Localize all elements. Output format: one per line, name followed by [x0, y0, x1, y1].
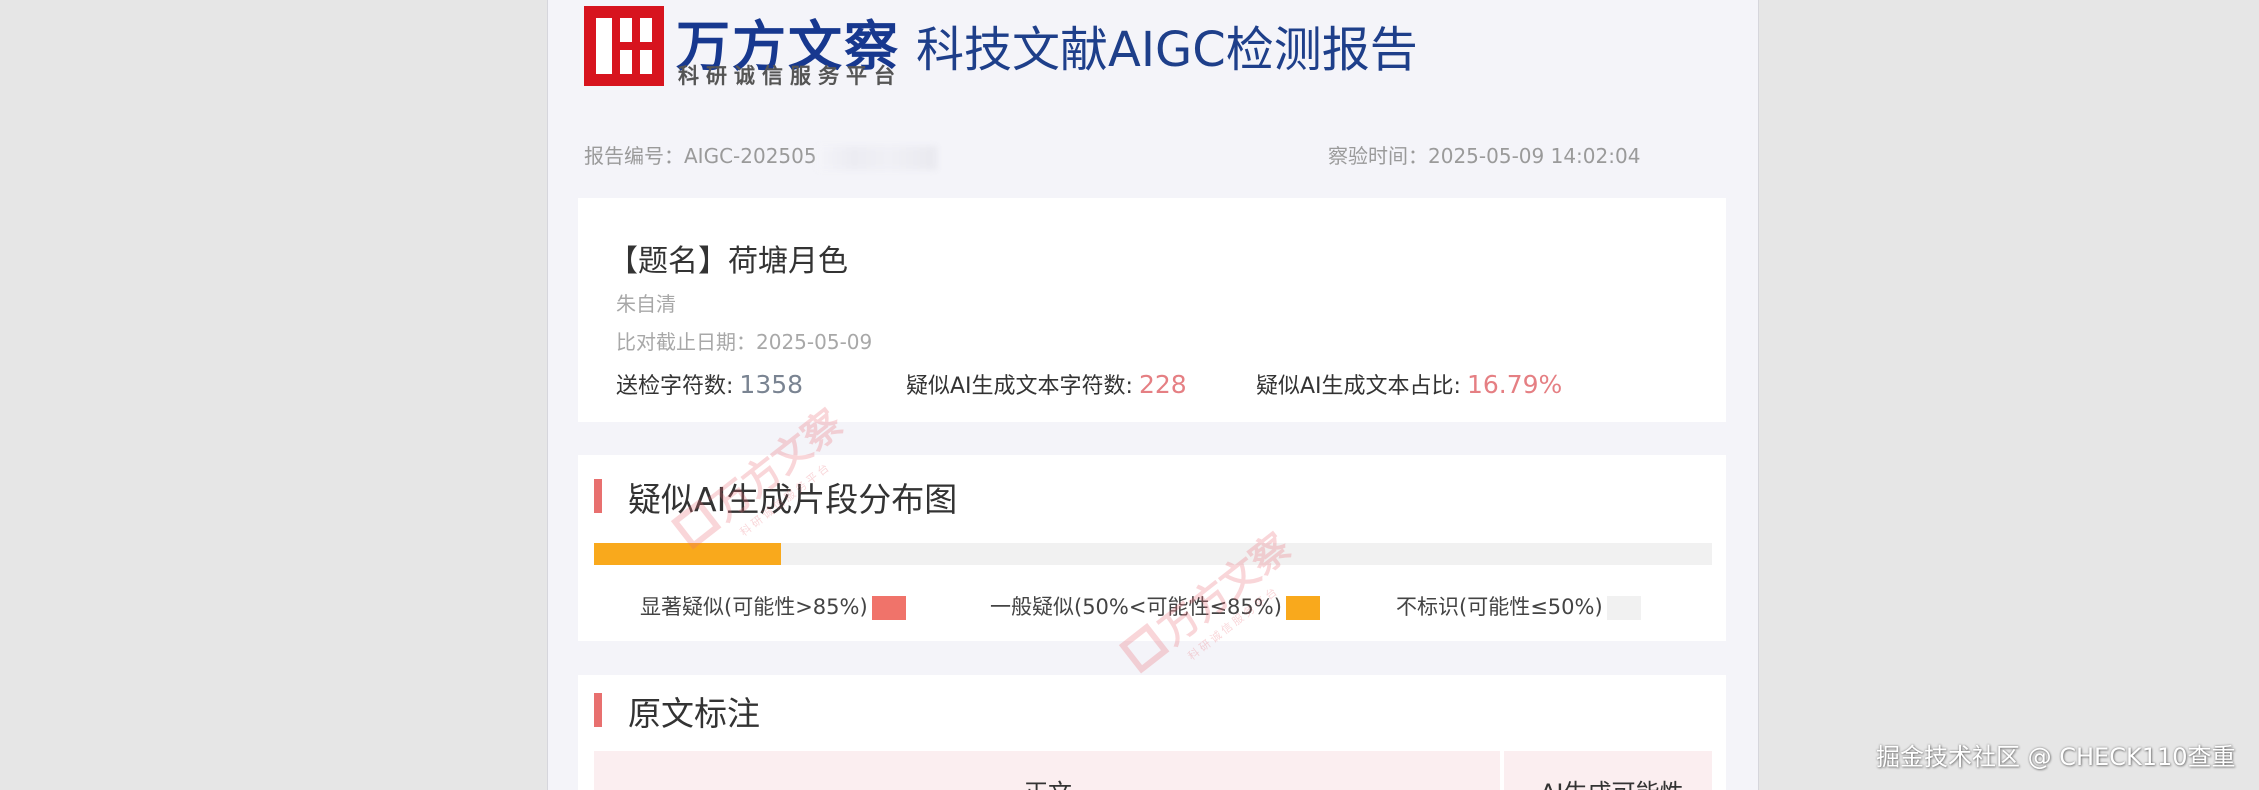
- legend-significant: 显著疑似(可能性>85%): [640, 591, 906, 621]
- legend-none: 不标识(可能性≤50%): [1396, 591, 1641, 621]
- legend-swatch: [871, 596, 906, 620]
- legend-label: 显著疑似(可能性>85%): [640, 595, 868, 619]
- legend-swatch: [1606, 596, 1641, 620]
- cutoff-date: 比对截止日期：2025-05-09: [616, 326, 872, 355]
- report-title: 科技文献AIGC检测报告: [916, 22, 1418, 78]
- stat-label: 送检字符数:: [616, 374, 734, 399]
- redacted-blur: [816, 145, 937, 170]
- cutoff-date-label: 比对截止日期：: [616, 330, 756, 354]
- wanfang-logo-icon: [584, 6, 664, 86]
- report-number: 报告编号：AIGC-202505: [584, 140, 937, 170]
- stat-total-chars: 送检字符数: 1358: [616, 368, 803, 400]
- stat-value: 228: [1138, 370, 1187, 399]
- stat-ai-ratio: 疑似AI生成文本占比: 16.79%: [1256, 368, 1562, 400]
- original-text-card: 原文标注 正文 AI生成可能性: [578, 675, 1726, 790]
- annotation-table-header: 正文 AI生成可能性: [594, 751, 1712, 790]
- stat-ai-chars: 疑似AI生成文本字符数: 228: [906, 368, 1187, 400]
- document-title: 【题名】荷塘月色: [608, 244, 848, 279]
- cutoff-date-value: 2025-05-09: [756, 330, 873, 354]
- corner-credit: 掘金技术社区 @ CHECK110查重: [1876, 743, 2236, 771]
- stat-label: 疑似AI生成文本占比:: [1256, 374, 1461, 399]
- report-number-value: AIGC-202505: [684, 144, 817, 168]
- original-title: 原文标注: [628, 694, 760, 733]
- stat-value: 16.79%: [1466, 370, 1563, 399]
- section-marker: [594, 693, 602, 727]
- check-time-label: 察验时间：: [1328, 144, 1428, 168]
- section-marker: [594, 479, 602, 513]
- column-header-main: 正文: [594, 751, 1500, 790]
- stat-label: 疑似AI生成文本字符数:: [906, 374, 1133, 399]
- report-page: 万方文察 科研诚信服务平台 科技文献AIGC检测报告 报告编号：AIGC-202…: [547, 0, 1759, 790]
- legend-label: 不标识(可能性≤50%): [1396, 595, 1603, 619]
- distribution-bar: [594, 543, 1712, 565]
- distribution-segment: [594, 543, 781, 565]
- check-time: 察验时间：2025-05-09 14:02:04: [1328, 140, 1640, 169]
- legend-swatch: [1285, 596, 1320, 620]
- column-header-ai: AI生成可能性: [1504, 751, 1712, 790]
- stat-value: 1358: [739, 370, 804, 399]
- report-number-label: 报告编号：: [584, 144, 684, 168]
- document-author: 朱自清: [616, 292, 676, 316]
- document-info-card: 【题名】荷塘月色 朱自清 比对截止日期：2025-05-09 送检字符数: 135…: [578, 198, 1726, 422]
- check-time-value: 2025-05-09 14:02:04: [1428, 144, 1641, 168]
- brand-subtitle: 科研诚信服务平台: [678, 64, 902, 88]
